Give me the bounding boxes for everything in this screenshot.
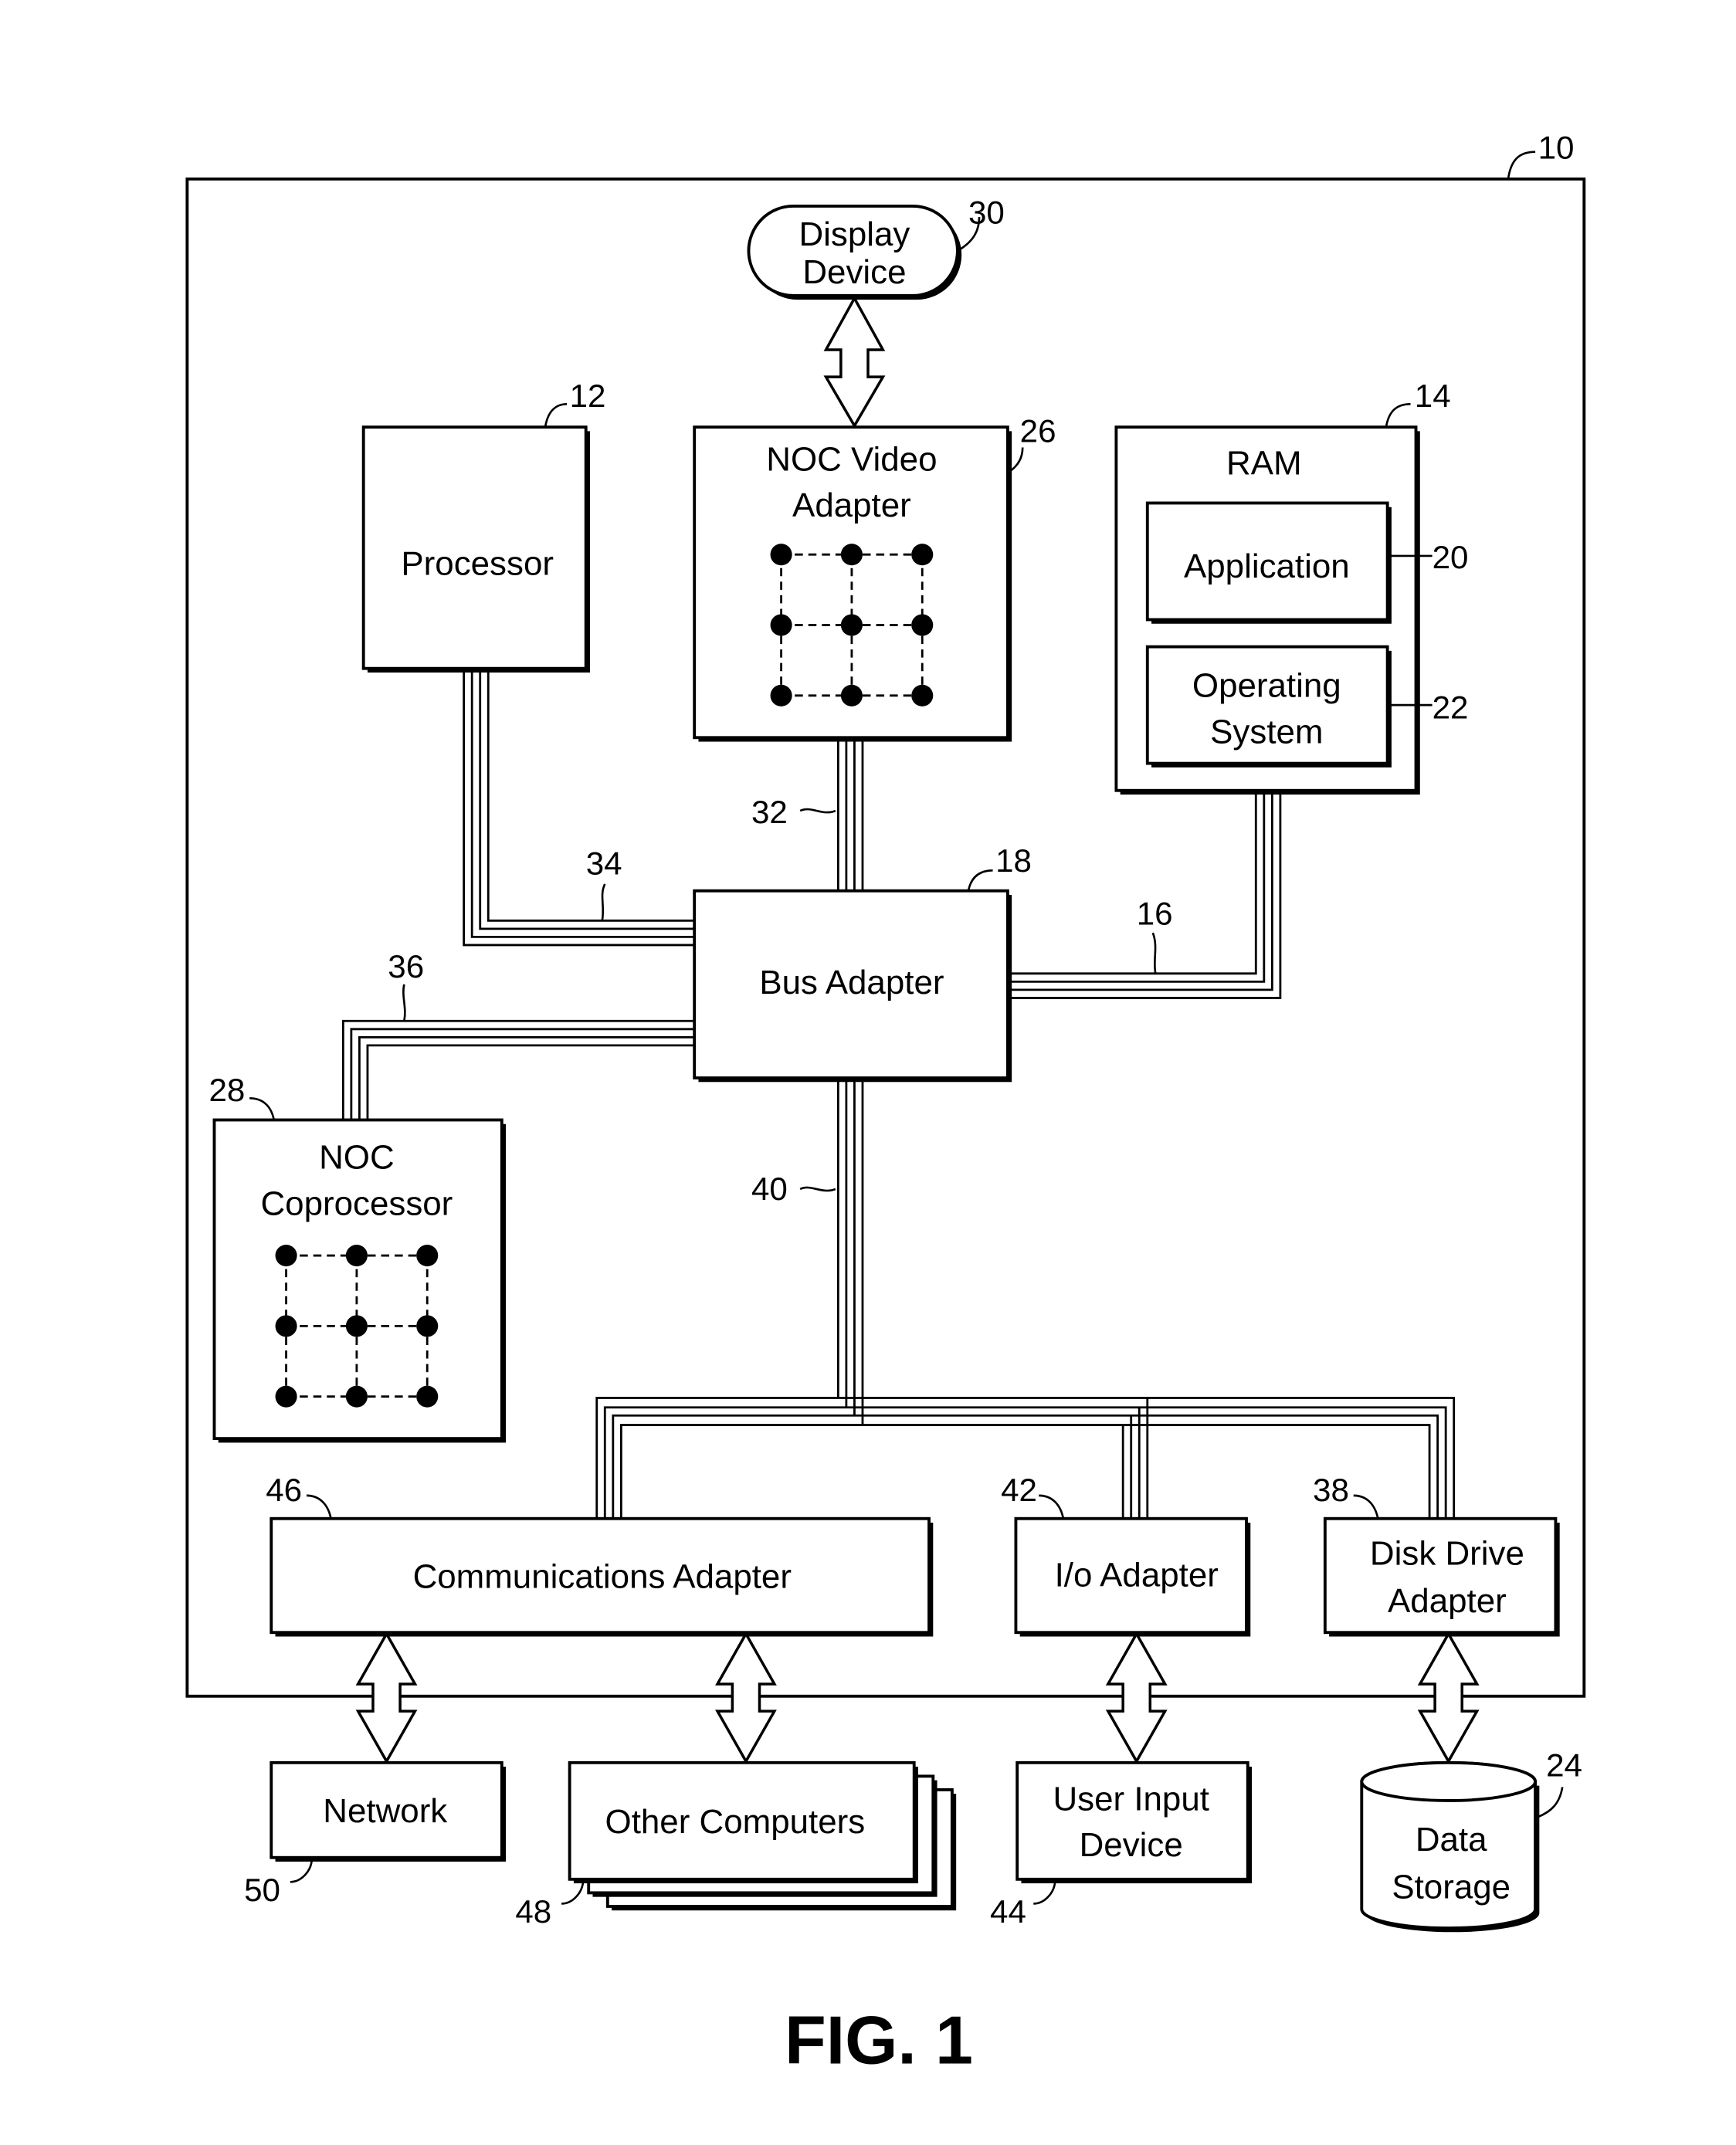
- ref-other-computers: 48: [515, 1893, 551, 1930]
- io-adapter-box[interactable]: I/o Adapter 42: [1001, 1472, 1251, 1637]
- display-device-line2: Device: [802, 253, 906, 291]
- network-label: Network: [323, 1792, 448, 1830]
- display-double-arrow: [823, 295, 886, 429]
- computer-architecture-diagram: 10 Display Device 30 Processor 12 NOC Vi…: [185, 129, 1586, 2079]
- ref-operating-system: 22: [1433, 690, 1469, 726]
- disk-drive-adapter-line1: Disk Drive: [1370, 1534, 1524, 1572]
- ref-coprocessor-bus: 36: [388, 948, 424, 984]
- ref-communications-adapter: 46: [266, 1472, 302, 1508]
- video-bus-32: 32: [751, 739, 864, 891]
- disk-drive-adapter-line2: Adapter: [1388, 1582, 1507, 1620]
- figure-caption: FIG. 1: [785, 2003, 973, 2079]
- noc-coprocessor-line1: NOC: [319, 1139, 395, 1177]
- ref-user-input-device: 44: [990, 1893, 1026, 1930]
- communications-adapter-label: Communications Adapter: [413, 1557, 792, 1595]
- bus-adapter-label: Bus Adapter: [759, 964, 944, 1001]
- operating-system-line1: Operating: [1192, 667, 1341, 705]
- ref-ram: 14: [1415, 378, 1451, 414]
- ref-system: 10: [1538, 129, 1575, 165]
- user-input-device-box[interactable]: User Input Device 44: [990, 1760, 1253, 1930]
- noc-video-adapter-line2: Adapter: [792, 486, 911, 524]
- operating-system-line2: System: [1210, 713, 1323, 751]
- noc-coprocessor-box[interactable]: NOC Coprocessor 28: [209, 1072, 507, 1443]
- display-device-line1: Display: [798, 215, 910, 253]
- user-input-device-line2: Device: [1080, 1826, 1183, 1864]
- operating-system-box[interactable]: Operating System 22: [1145, 645, 1469, 768]
- ref-disk-drive-adapter: 38: [1313, 1472, 1349, 1508]
- application-label: Application: [1184, 547, 1350, 585]
- other-computers-stack[interactable]: Other Computers 48: [515, 1760, 957, 1930]
- ram-label: RAM: [1226, 445, 1302, 483]
- front-side-bus-34: 34: [463, 668, 695, 947]
- memory-bus-16: 16: [1007, 790, 1282, 999]
- ref-processor: 12: [570, 378, 606, 414]
- coprocessor-bus-36: 36: [341, 948, 695, 1120]
- ref-expansion-bus: 40: [751, 1171, 788, 1207]
- ref-display-device: 30: [968, 195, 1005, 231]
- processor-box[interactable]: Processor 12: [361, 378, 606, 673]
- data-storage-line1: Data: [1416, 1821, 1487, 1859]
- ref-data-storage: 24: [1546, 1747, 1582, 1783]
- user-input-device-line1: User Input: [1053, 1780, 1209, 1818]
- display-device[interactable]: Display Device 30: [747, 195, 1005, 300]
- data-storage-line2: Storage: [1392, 1868, 1511, 1906]
- application-box[interactable]: Application 20: [1145, 501, 1469, 624]
- other-computers-label: Other Computers: [605, 1803, 866, 1841]
- ref-front-side-bus: 34: [586, 845, 622, 882]
- noc-video-adapter-line1: NOC Video: [766, 440, 937, 478]
- ref-noc-video-adapter: 26: [1020, 412, 1056, 449]
- ref-video-bus: 32: [751, 794, 788, 830]
- disk-drive-adapter-box[interactable]: Disk Drive Adapter 38: [1313, 1472, 1560, 1637]
- data-storage-cylinder[interactable]: Data Storage 24: [1360, 1747, 1582, 1933]
- ref-application: 20: [1433, 539, 1469, 575]
- ref-bus-adapter: 18: [995, 842, 1032, 879]
- ram-box[interactable]: RAM 14 Application 20 Operating System 2…: [1114, 378, 1469, 795]
- communications-adapter-box[interactable]: Communications Adapter 46: [266, 1472, 934, 1637]
- noc-video-adapter-box[interactable]: NOC Video Adapter 26: [693, 412, 1056, 742]
- ref-noc-coprocessor: 28: [209, 1072, 245, 1108]
- processor-label: Processor: [401, 545, 554, 583]
- expansion-bus-40: 40: [595, 1078, 1456, 1519]
- noc-coprocessor-line2: Coprocessor: [260, 1184, 453, 1222]
- ref-io-adapter: 42: [1001, 1472, 1037, 1508]
- io-adapter-label: I/o Adapter: [1055, 1557, 1219, 1594]
- ref-network: 50: [244, 1872, 280, 1908]
- network-box[interactable]: Network 50: [244, 1760, 507, 1908]
- ref-memory-bus: 16: [1137, 896, 1173, 932]
